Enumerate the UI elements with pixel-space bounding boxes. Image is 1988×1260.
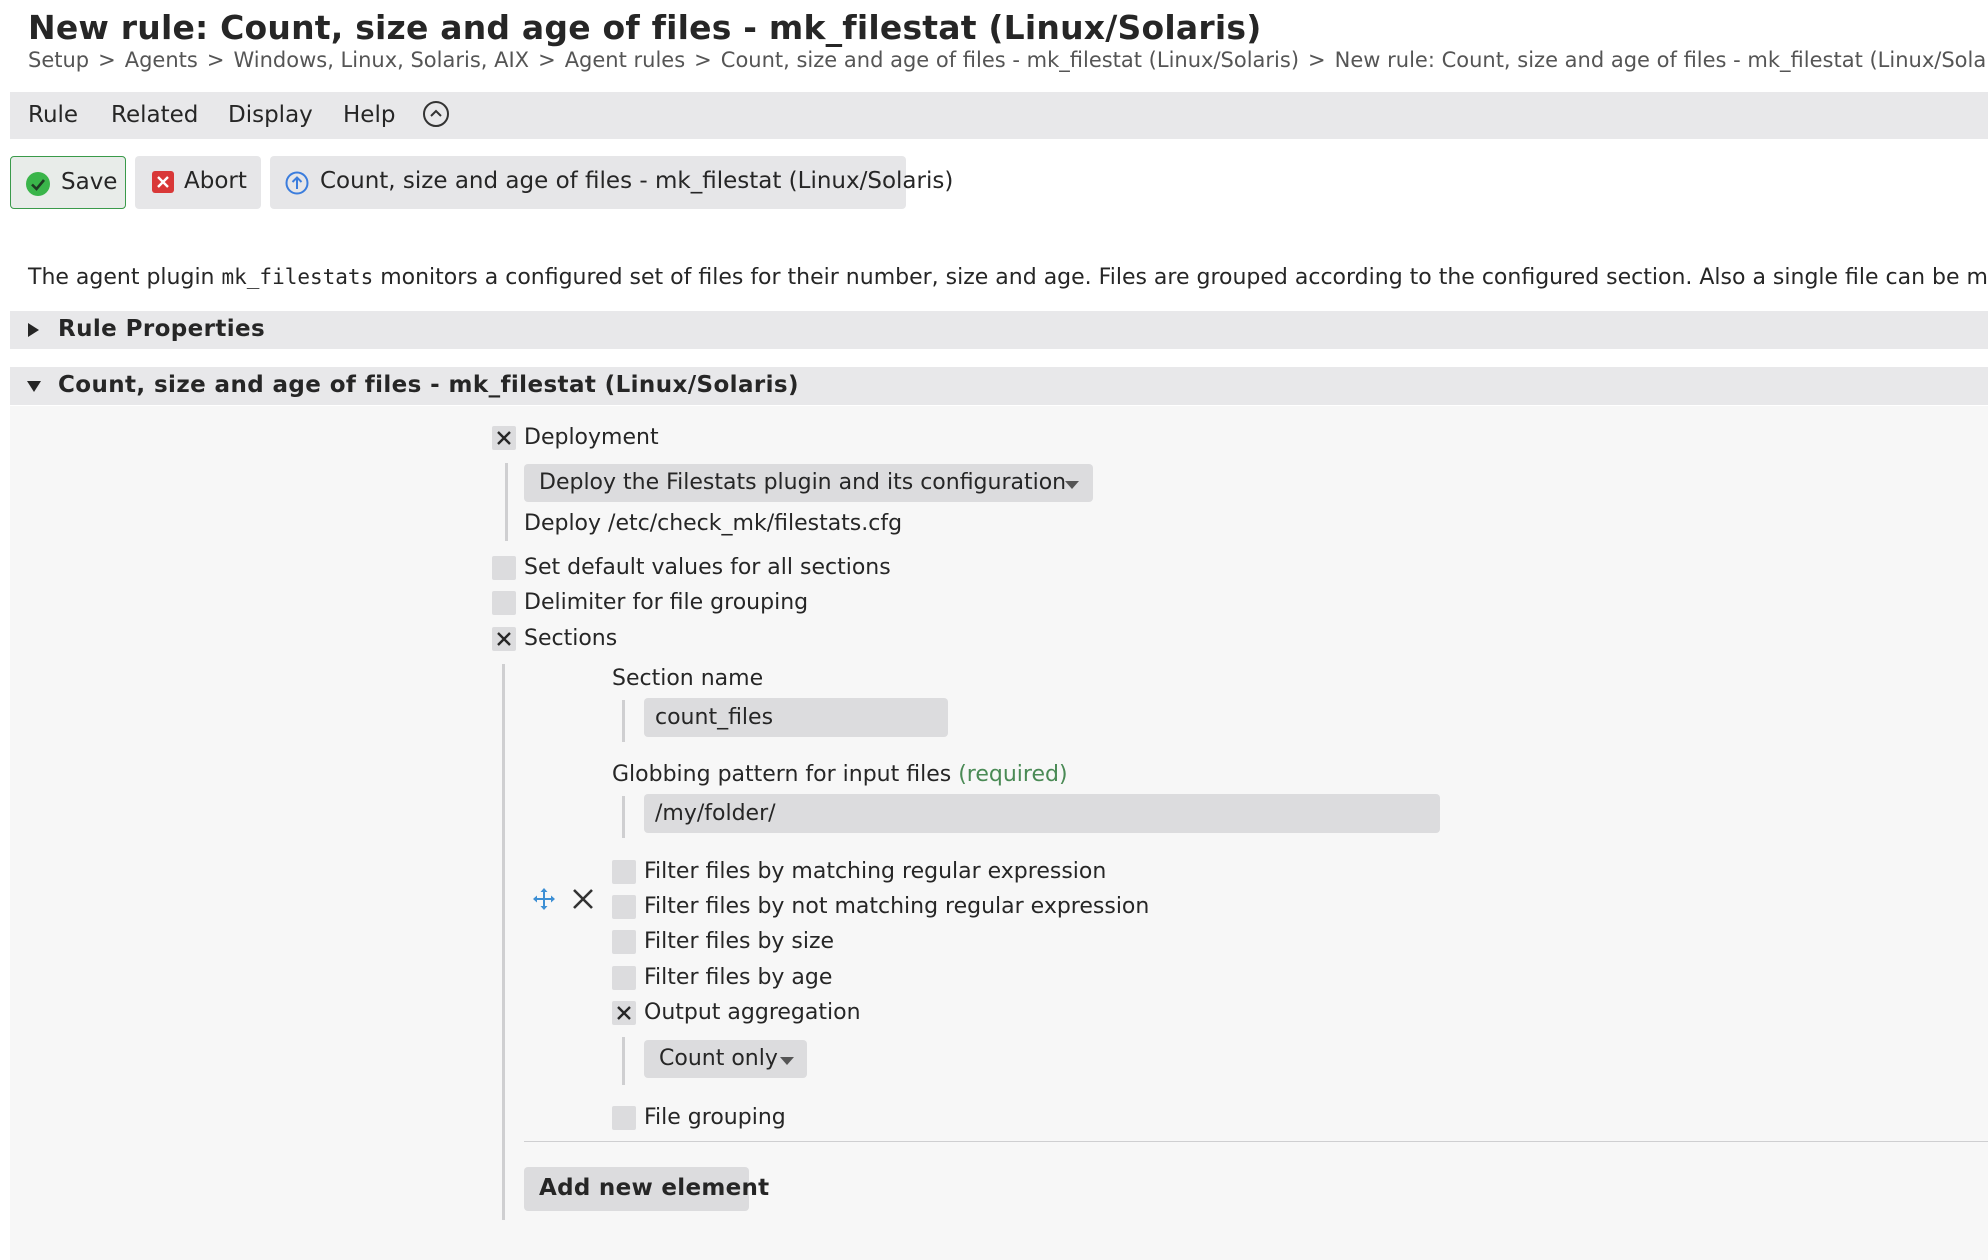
- deployment-select-value: Deploy the Filestats plugin and its conf…: [539, 470, 1067, 495]
- add-new-element-button[interactable]: Add new element: [524, 1167, 769, 1211]
- breadcrumb-separator: >: [206, 48, 225, 72]
- required-marker: (required): [958, 762, 1068, 787]
- delimiter-checkbox[interactable]: [492, 591, 516, 615]
- close-icon: [152, 171, 174, 199]
- chevron-down-icon: [780, 1057, 794, 1065]
- output-aggregation-label: Output aggregation: [644, 1000, 861, 1025]
- checkmark-x-icon: [497, 632, 511, 646]
- default-values-checkbox[interactable]: [492, 556, 516, 580]
- breadcrumb-separator: >: [98, 48, 116, 72]
- main-section-body: [10, 406, 1988, 1260]
- checkmark-x-icon: [617, 1006, 631, 1020]
- rule-properties-title: Rule Properties: [58, 316, 266, 342]
- save-label: Save: [61, 169, 118, 195]
- page-title: New rule: Count, size and age of files -…: [28, 8, 1262, 47]
- collapse-menu-button[interactable]: [423, 101, 449, 127]
- glob-indent-line: [622, 796, 625, 838]
- filter-size-label: Filter files by size: [644, 929, 835, 954]
- check-icon: [26, 172, 50, 202]
- breadcrumb-agents[interactable]: Agents: [125, 48, 198, 72]
- arrow-up-circle-icon: [285, 171, 309, 201]
- collapse-icon: [27, 381, 41, 392]
- description-text: The agent plugin: [28, 265, 222, 290]
- filter-regex-label: Filter files by matching regular express…: [644, 859, 1107, 884]
- file-grouping-label: File grouping: [644, 1105, 786, 1130]
- abort-label: Abort: [184, 168, 247, 194]
- rule-properties-header[interactable]: [10, 311, 1988, 349]
- expand-icon: [28, 323, 39, 337]
- parent-ruleset-label: Count, size and age of files - mk_filest…: [320, 168, 954, 194]
- sections-checkbox[interactable]: [492, 627, 516, 651]
- file-grouping-checkbox[interactable]: [612, 1106, 636, 1130]
- save-button[interactable]: Save: [10, 156, 126, 209]
- menu-related[interactable]: Related: [111, 102, 198, 128]
- breadcrumb: Setup > Agents > Windows, Linux, Solaris, AI…: [28, 48, 1988, 72]
- menu-help[interactable]: Help: [343, 102, 395, 128]
- main-section-title: Count, size and age of files - mk_filest…: [58, 372, 799, 398]
- chevron-down-icon: [1065, 481, 1079, 489]
- breadcrumb-separator: >: [1308, 48, 1326, 72]
- deployment-indent-line: [505, 463, 508, 541]
- menu-display[interactable]: Display: [228, 102, 313, 128]
- section-name-indent-line: [622, 700, 625, 742]
- list-divider: [524, 1141, 1988, 1142]
- filter-age-checkbox[interactable]: [612, 966, 636, 990]
- sections-label: Sections: [524, 626, 618, 651]
- delete-element-icon[interactable]: [571, 887, 595, 917]
- section-name-input[interactable]: count_files: [644, 698, 948, 737]
- glob-label: Globbing pattern for input files (requir…: [612, 762, 1068, 787]
- add-new-element-label: Add new element: [539, 1175, 770, 1201]
- section-name-label: Section name: [612, 666, 764, 691]
- output-aggregation-checkbox[interactable]: [612, 1001, 636, 1025]
- move-icon[interactable]: [532, 887, 556, 917]
- deployment-checkbox[interactable]: [492, 426, 516, 450]
- filter-not-regex-label: Filter files by not matching regular exp…: [644, 894, 1150, 919]
- abort-button[interactable]: Abort: [135, 156, 261, 209]
- glob-pattern-input[interactable]: /my/folder/: [644, 794, 1440, 833]
- output-aggregation-select[interactable]: Count only: [644, 1040, 807, 1078]
- menu-rule[interactable]: Rule: [28, 102, 78, 128]
- output-aggregation-value: Count only: [659, 1046, 778, 1071]
- filter-age-label: Filter files by age: [644, 965, 833, 990]
- plugin-name-code: mk_filestats: [221, 265, 374, 289]
- rule-description: The agent plugin mk_filestats monitors a…: [28, 265, 1988, 290]
- default-values-label: Set default values for all sections: [524, 555, 891, 580]
- aggregation-indent-line: [622, 1037, 625, 1085]
- deployment-label: Deployment: [524, 425, 659, 450]
- filter-regex-checkbox[interactable]: [612, 860, 636, 884]
- parent-ruleset-button[interactable]: Count, size and age of files - mk_filest…: [270, 156, 953, 209]
- breadcrumb-agent-rules[interactable]: Agent rules: [565, 48, 685, 72]
- breadcrumb-ruleset[interactable]: Count, size and age of files - mk_filest…: [721, 48, 1299, 72]
- breadcrumb-windows-linux[interactable]: Windows, Linux, Solaris, AIX: [233, 48, 529, 72]
- filter-size-checkbox[interactable]: [612, 930, 636, 954]
- sections-indent-line: [502, 664, 505, 1220]
- checkmark-x-icon: [497, 431, 511, 445]
- glob-label-text: Globbing pattern for input files: [612, 762, 952, 787]
- breadcrumb-setup[interactable]: Setup: [28, 48, 89, 72]
- deployment-select[interactable]: Deploy the Filestats plugin and its conf…: [524, 464, 1093, 502]
- filter-not-regex-checkbox[interactable]: [612, 895, 636, 919]
- chevron-up-icon: [430, 109, 442, 117]
- breadcrumb-current: New rule: Count, size and age of files -…: [1334, 48, 1988, 72]
- delimiter-label: Delimiter for file grouping: [524, 590, 809, 615]
- description-text-rest: monitors a configured set of files for t…: [373, 265, 1988, 290]
- breadcrumb-separator: >: [694, 48, 712, 72]
- deployment-note: Deploy /etc/check_mk/filestats.cfg: [524, 511, 903, 536]
- breadcrumb-separator: >: [538, 48, 556, 72]
